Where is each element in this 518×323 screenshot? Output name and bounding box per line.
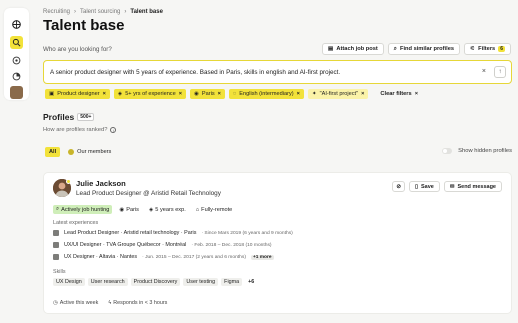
breadcrumb-current: Talent base <box>130 9 163 15</box>
profiles-heading: Profiles 500+ <box>43 112 95 122</box>
info-icon: i <box>110 127 117 133</box>
remove-filter-icon[interactable]: × <box>103 91 106 97</box>
filter-chip[interactable]: ◈ 5+ yrs of experience × <box>113 89 186 99</box>
ranked-help[interactable]: How are profiles ranked? i <box>43 127 117 133</box>
filters-button[interactable]: ⚟ Filters 6 <box>464 43 511 55</box>
analytics-icon[interactable] <box>10 70 23 83</box>
top-actions: ▤ Attach job post ⌕ Find similar profiles … <box>322 43 511 55</box>
search-icon: ⌕ <box>56 206 60 212</box>
more-experiences-badge[interactable]: +1 more <box>250 254 274 260</box>
send-message-button[interactable]: ✉ Send message <box>443 181 502 192</box>
remote-tag: ⌂ Fully-remote <box>195 206 233 213</box>
home-icon: ⌂ <box>195 206 200 213</box>
company-icon <box>53 230 59 236</box>
bookmark-icon: ▯ <box>414 183 418 190</box>
save-button[interactable]: ▯ Save <box>408 181 440 192</box>
find-similar-button[interactable]: ⌕ Find similar profiles <box>387 43 461 55</box>
experience-tag: ◈ 5 years exp. <box>148 206 186 213</box>
remove-filter-icon[interactable]: × <box>361 91 364 97</box>
clear-filters-button[interactable]: Clear filters × <box>380 91 418 97</box>
logo-icon[interactable] <box>10 18 23 31</box>
search-input[interactable]: A senior product designer with 5 years o… <box>50 69 340 76</box>
tag-icon: ◈ <box>117 91 123 97</box>
page-title: Talent base <box>43 17 125 34</box>
hide-profile-button[interactable]: ⊘ <box>392 181 405 192</box>
sidebar <box>4 8 29 100</box>
experiences-label: Latest experiences <box>53 220 99 226</box>
more-skills-badge[interactable]: +6 <box>245 278 257 286</box>
filter-chip[interactable]: ▣ Product designer × <box>45 89 110 99</box>
skill-tag: Product Discovery <box>130 278 181 286</box>
tab-our-members[interactable]: Our members <box>64 147 115 157</box>
tag-icon: ◈ <box>148 206 154 213</box>
mail-icon: ✉ <box>449 183 455 190</box>
breadcrumb-item[interactable]: Recruiting <box>43 9 70 15</box>
show-hidden-profiles[interactable]: Show hidden profiles <box>442 148 512 154</box>
profiles-count-badge: 500+ <box>77 113 95 121</box>
search-question: Who are you looking for? <box>43 46 112 53</box>
breadcrumb-item[interactable]: Talent sourcing <box>80 9 120 15</box>
experience-row: Lead Product Designer · Aristid retail t… <box>53 230 293 236</box>
user-avatar[interactable] <box>10 86 23 99</box>
company-icon <box>53 242 59 248</box>
candidate-name[interactable]: Julie Jackson <box>76 179 126 188</box>
remove-filter-icon[interactable]: × <box>179 91 182 97</box>
location-icon: ◉ <box>119 206 125 213</box>
candidate-footer: ◷ Active this week ϟ Responds in < 3 hours <box>53 300 167 306</box>
document-icon: ▤ <box>328 46 334 52</box>
candidate-tags: ⌕ Actively job hunting ◉ Paris ◈ 5 years ex… <box>53 205 235 214</box>
skill-tag: Figma <box>221 278 243 286</box>
filter-chip[interactable]: ◉ Paris × <box>190 89 225 99</box>
members-icon <box>68 149 75 155</box>
show-hidden-toggle[interactable] <box>442 148 453 154</box>
experience-row: UX Designer · Altavia · Nantes · Jun. 20… <box>53 254 274 260</box>
language-icon: ◌ <box>232 91 237 97</box>
location-tag: ◉ Paris <box>119 206 139 213</box>
filter-chip[interactable]: ◌ English (intermediary) × <box>228 89 304 99</box>
clock-icon: ◷ <box>53 300 58 306</box>
filters-count-badge: 6 <box>498 46 505 52</box>
location-icon: ◉ <box>194 91 199 97</box>
active-status: ◷ Active this week <box>53 300 99 306</box>
breadcrumb: Recruiting › Talent sourcing › Talent base <box>43 9 163 15</box>
sparkle-icon: ✦ <box>311 91 317 97</box>
status-dot <box>66 179 71 184</box>
eye-off-icon: ⊘ <box>396 183 401 190</box>
filter-chips: ▣ Product designer × ◈ 5+ yrs of experience… <box>45 89 418 99</box>
skill-tag: User testing <box>183 278 219 286</box>
card-actions: ⊘ ▯ Save ✉ Send message <box>392 181 502 192</box>
submit-search-button[interactable]: ↑ <box>494 66 506 78</box>
attach-job-post-button[interactable]: ▤ Attach job post <box>322 43 384 55</box>
response-time: ϟ Responds in < 3 hours <box>108 300 168 306</box>
filter-chip[interactable]: ✦ "AI-first project" × <box>307 89 369 99</box>
profile-tabs: All Our members <box>45 147 115 157</box>
skill-tag: UX Design <box>53 278 85 286</box>
tab-all[interactable]: All <box>45 147 61 157</box>
search-box[interactable]: A senior product designer with 5 years o… <box>43 60 512 84</box>
search-people-icon[interactable] <box>10 36 23 49</box>
lightning-icon: ϟ <box>108 300 112 306</box>
filter-icon: ⚟ <box>470 46 476 52</box>
remove-filter-icon[interactable]: × <box>297 91 300 97</box>
clear-search-icon[interactable]: × <box>482 68 486 75</box>
experience-row: UX/UI Designer · TVA Groupe Québecor · M… <box>53 242 272 248</box>
status-badge: ⌕ Actively job hunting <box>53 205 113 214</box>
company-icon <box>53 254 59 260</box>
settings-icon[interactable] <box>10 54 23 67</box>
skills-list: UX Design User research Product Discover… <box>53 278 257 286</box>
candidate-title: Lead Product Designer @ Aristid Retail T… <box>76 190 221 197</box>
search-icon: ⌕ <box>393 45 397 52</box>
close-icon: × <box>414 91 419 97</box>
candidate-card[interactable]: Julie Jackson Lead Product Designer @ Ar… <box>43 172 512 314</box>
skill-tag: User research <box>87 278 128 286</box>
remove-filter-icon[interactable]: × <box>218 91 221 97</box>
skills-label: Skills <box>53 269 66 275</box>
briefcase-icon: ▣ <box>49 91 55 97</box>
